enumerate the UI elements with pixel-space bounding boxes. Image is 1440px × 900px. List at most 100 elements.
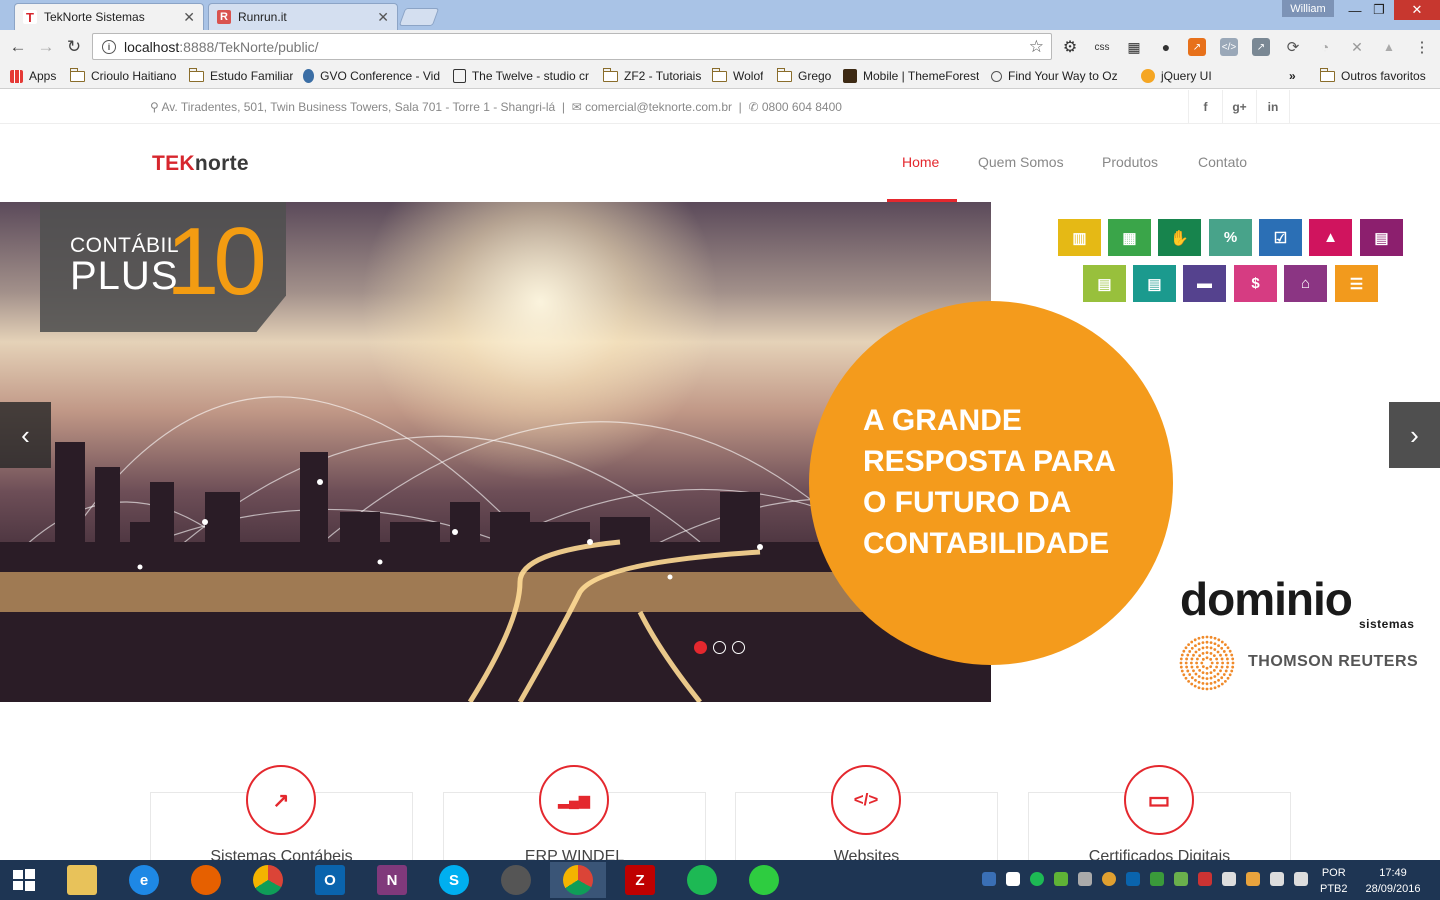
extension-globe-icon[interactable]: ●	[1157, 38, 1175, 56]
app-icon[interactable]	[488, 862, 544, 898]
address-bar[interactable]: i localhost:8888/TekNorte/public/ ☆	[92, 33, 1052, 60]
extension-css-icon[interactable]: css	[1093, 38, 1111, 56]
skype-icon[interactable]: S	[426, 862, 482, 898]
close-tab-icon[interactable]: ✕	[183, 9, 195, 26]
chrome-icon[interactable]	[240, 862, 296, 898]
extension-qr-icon[interactable]: ▦	[1125, 38, 1143, 56]
facebook-icon[interactable]: f	[1188, 90, 1222, 124]
browser-menu-icon[interactable]: ⋮	[1413, 38, 1431, 56]
book-icon: ▤	[1360, 219, 1403, 256]
nav-produtos[interactable]: Produtos	[1102, 154, 1158, 170]
slider-dot-3[interactable]	[732, 641, 745, 654]
tray-chrome-icon[interactable]	[1102, 872, 1116, 886]
slider-dot-1[interactable]	[694, 641, 707, 654]
file-explorer-icon[interactable]	[54, 862, 110, 898]
checklist-icon: ☑	[1259, 219, 1302, 256]
globe-icon	[303, 69, 315, 83]
loading-icon	[991, 70, 1002, 82]
slider-dot-2[interactable]	[713, 641, 726, 654]
bookmark-gvo[interactable]: GVO Conference - Vid	[303, 67, 440, 85]
onenote-icon[interactable]: N	[364, 862, 420, 898]
spotify-icon[interactable]	[674, 862, 730, 898]
dominio-logo: dominio	[1180, 573, 1353, 625]
page-info-icon[interactable]: i	[102, 39, 116, 54]
extension-graph-icon[interactable]: ↗	[1252, 38, 1270, 56]
url-path: :8888/TekNorte/public/	[179, 38, 319, 55]
tray-outlook-icon[interactable]	[1126, 872, 1140, 886]
bookmark-jqueryui[interactable]: jQuery UI	[1141, 67, 1212, 85]
filezilla-icon[interactable]: Z	[612, 862, 668, 898]
windows-start-icon[interactable]	[0, 862, 48, 898]
tray-evernote-icon[interactable]	[1054, 872, 1068, 886]
input-language[interactable]: POR PTB2	[1320, 865, 1348, 897]
bookmark-oz[interactable]: Find Your Way to Oz	[991, 67, 1127, 85]
close-window-icon[interactable]: ✕	[1394, 0, 1440, 20]
bookmark-grego[interactable]: Grego	[777, 67, 831, 85]
google-plus-icon[interactable]: g+	[1222, 90, 1256, 124]
internet-explorer-icon[interactable]: e	[116, 862, 172, 898]
volume-icon[interactable]	[1294, 872, 1308, 886]
extension-gear-icon[interactable]: ⚙	[1061, 38, 1079, 56]
restore-icon[interactable]: ❐	[1364, 0, 1394, 20]
card-icon: ▭	[1124, 765, 1194, 835]
slider-dots	[694, 641, 745, 654]
green-app-icon[interactable]	[736, 862, 792, 898]
bookmark-other[interactable]: Outros favoritos	[1320, 67, 1426, 85]
tray-spotify-icon[interactable]	[1030, 872, 1044, 886]
tab-runrun[interactable]: R Runrun.it ✕	[208, 3, 398, 30]
tray-check-icon[interactable]	[1174, 872, 1188, 886]
firefox-icon[interactable]	[178, 862, 234, 898]
tray-filezilla-icon[interactable]	[1198, 872, 1212, 886]
tray-cloud-icon[interactable]	[1006, 872, 1020, 886]
extension-person-icon[interactable]: ◔	[1316, 38, 1334, 56]
system-clock[interactable]: 17:49 28/09/2016	[1360, 865, 1426, 897]
dollar-icon: $	[1234, 265, 1277, 302]
outlook-icon[interactable]: O	[302, 862, 358, 898]
folder-icon	[70, 67, 85, 82]
address-text: Av. Tiradentes, 501, Twin Business Tower…	[161, 100, 556, 114]
email-link[interactable]: comercial@teknorte.com.br	[585, 100, 732, 114]
bookmark-zf2[interactable]: ZF2 - Tutoriais	[603, 67, 701, 85]
bookmark-wolof[interactable]: Wolof	[712, 67, 763, 85]
slider-next-button[interactable]: ›	[1389, 402, 1440, 468]
tray-wd-icon[interactable]	[982, 872, 996, 886]
bookmark-crioulo[interactable]: Crioulo Haitiano	[70, 67, 176, 85]
slider-prev-button[interactable]: ‹	[0, 402, 51, 468]
nav-home[interactable]: Home	[902, 154, 939, 170]
bookmarks-bar: Apps Crioulo Haitiano Estudo Familiar GV…	[0, 63, 1440, 89]
speaker-icon[interactable]	[1222, 872, 1236, 886]
extension-code-icon[interactable]: </>	[1220, 38, 1238, 56]
percent-icon: %	[1209, 219, 1252, 256]
chrome-active-icon[interactable]	[550, 862, 606, 898]
linkedin-icon[interactable]: in	[1256, 90, 1290, 124]
jquery-icon	[1141, 69, 1155, 83]
forward-icon[interactable]: →	[35, 36, 57, 58]
bookmark-twelve[interactable]: The Twelve - studio cr	[453, 67, 589, 85]
extension-tools-icon[interactable]: ✕	[1348, 38, 1366, 56]
bookmark-star-icon[interactable]: ☆	[1029, 37, 1044, 57]
reload-icon[interactable]: ↻	[63, 36, 85, 58]
tray-warning-icon[interactable]	[1246, 872, 1260, 886]
new-tab-button[interactable]	[398, 8, 440, 26]
tray-onenote-icon[interactable]	[1078, 872, 1092, 886]
nav-quem-somos[interactable]: Quem Somos	[978, 154, 1064, 170]
extension-hat-icon[interactable]: ▲	[1380, 38, 1398, 56]
bookmark-apps[interactable]: Apps	[10, 67, 56, 85]
apps-grid-icon	[10, 69, 23, 83]
bookmarks-overflow-icon[interactable]: »	[1289, 67, 1296, 85]
tray-network-icon[interactable]	[1270, 872, 1284, 886]
extension-sync-icon[interactable]: ⟳	[1284, 38, 1302, 56]
site-logo[interactable]: TEKnorte	[152, 152, 249, 176]
extension-chart-icon[interactable]: ↗	[1188, 38, 1206, 56]
close-tab-icon[interactable]: ✕	[377, 9, 389, 26]
bookmark-estudo[interactable]: Estudo Familiar	[189, 67, 293, 85]
profile-button[interactable]: William	[1282, 0, 1334, 17]
house-icon: ⌂	[1284, 265, 1327, 302]
list-icon: ☰	[1335, 265, 1378, 302]
tab-teknorte[interactable]: T TekNorte Sistemas ✕	[14, 3, 204, 30]
back-icon[interactable]: ←	[7, 36, 29, 58]
windows-taskbar: e O N S Z POR PTB2 17:49 28/09/2016	[0, 860, 1440, 900]
tray-app-icon[interactable]	[1150, 872, 1164, 886]
bookmark-themeforest[interactable]: Mobile | ThemeForest	[843, 67, 979, 85]
nav-contato[interactable]: Contato	[1198, 154, 1247, 170]
